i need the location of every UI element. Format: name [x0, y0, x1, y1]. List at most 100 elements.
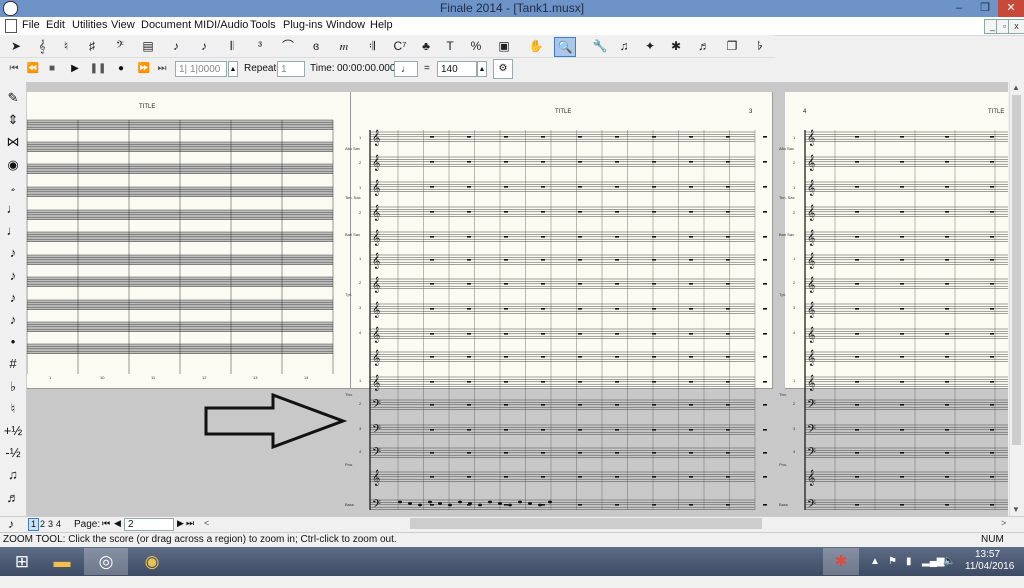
page-layout-tool[interactable]: ❐: [722, 37, 742, 55]
lyrics-tool[interactable]: ♣: [416, 37, 436, 55]
clock-date[interactable]: 11/04/2016: [965, 561, 1014, 588]
first-page-icon[interactable]: ⏮: [102, 518, 110, 529]
selection-tool[interactable]: ➤: [6, 37, 26, 55]
ossia-tool[interactable]: ♬: [694, 37, 714, 55]
pause-icon[interactable]: ❚❚: [89, 60, 107, 77]
time-signature-tool[interactable]: ♯: [82, 37, 102, 55]
battery-icon[interactable]: ▮: [906, 548, 912, 575]
note-head[interactable]: [398, 500, 402, 504]
note-head[interactable]: [458, 500, 462, 504]
menu-view[interactable]: View: [111, 19, 135, 31]
volume-icon[interactable]: 🔈: [943, 548, 955, 575]
hyperscribe-tool[interactable]: 𝄃: [222, 37, 242, 55]
forward-end-icon[interactable]: ⏭: [153, 60, 171, 77]
menu-tools[interactable]: Tools: [250, 19, 276, 31]
raise-half-step-icon[interactable]: +½: [3, 421, 23, 441]
view-tab-4[interactable]: 4: [54, 518, 63, 531]
expression-tool[interactable]: 𝆐: [334, 37, 354, 55]
previous-page-icon[interactable]: ◀: [114, 518, 121, 529]
menu-window[interactable]: Window: [326, 19, 365, 31]
half-note-icon[interactable]: ♩: [3, 199, 23, 219]
tempo-field[interactable]: 140: [437, 61, 477, 77]
rest-icon[interactable]: ◉: [3, 155, 23, 175]
note-head[interactable]: [518, 500, 522, 504]
last-page-icon[interactable]: ⏭: [186, 518, 194, 529]
articulation-tool[interactable]: ɞ: [306, 37, 326, 55]
repeat-tool[interactable]: 𝄇: [362, 37, 382, 55]
staff-tool[interactable]: 𝄞: [32, 37, 52, 55]
counter-stepper[interactable]: ▲: [228, 61, 238, 77]
key-signature-tool[interactable]: ♮: [56, 37, 76, 55]
sharp-icon[interactable]: #: [3, 354, 23, 374]
note-mover-tool[interactable]: ♫: [614, 37, 634, 55]
chord-tool[interactable]: C⁷: [390, 37, 410, 55]
thirty-second-note-icon[interactable]: ♪: [3, 288, 23, 308]
menu-plug-ins[interactable]: Plug-ins: [283, 19, 323, 31]
vertical-scroll-thumb[interactable]: [1012, 95, 1021, 445]
graphics-tool[interactable]: ▣: [494, 37, 514, 55]
note-head[interactable]: [408, 502, 412, 505]
dot-icon[interactable]: •: [3, 332, 23, 352]
lower-half-step-icon[interactable]: -½: [3, 443, 23, 463]
menu-file[interactable]: File: [22, 19, 40, 31]
play-icon[interactable]: ▶: [66, 60, 84, 77]
measure-counter-field[interactable]: 1| 1|0000: [175, 61, 227, 77]
menu-midi-audio[interactable]: MIDI/Audio: [194, 19, 248, 31]
menu-utilities[interactable]: Utilities: [72, 19, 107, 31]
restore-button[interactable]: ❐: [972, 0, 998, 17]
menu-document[interactable]: Document: [141, 19, 191, 31]
tray-app-icon[interactable]: ✱: [823, 548, 859, 575]
document-icon[interactable]: [5, 19, 17, 33]
fast-forward-icon[interactable]: ⏩: [135, 60, 153, 77]
stop-icon[interactable]: ■: [43, 60, 61, 77]
mass-edit-tool[interactable]: 𝄬: [750, 37, 770, 55]
note-head[interactable]: [468, 502, 472, 505]
clef-tool[interactable]: 𝄢: [110, 37, 130, 55]
note-entry-icon[interactable]: ♪: [8, 517, 14, 531]
natural-icon[interactable]: ♮: [3, 399, 23, 419]
rewind-icon[interactable]: ⏪: [24, 60, 42, 77]
network-icon[interactable]: ▂▄▆: [922, 548, 944, 575]
sixteenth-note-icon[interactable]: ♪: [3, 266, 23, 286]
note-head[interactable]: [508, 503, 512, 507]
mirror-tool[interactable]: ✦: [640, 37, 660, 55]
score-view[interactable]: TITLE TITLE 3 4 TITLE 1 10 11 12 13 14 𝄞 𝄞 𝄞 𝄞 𝄞 𝄞 𝄞…: [27, 82, 1008, 516]
tie-icon[interactable]: ⋈: [3, 132, 23, 152]
hand-grabber-tool[interactable]: ✋: [526, 37, 546, 55]
minimize-button[interactable]: –: [946, 0, 972, 17]
note-head[interactable]: [548, 500, 552, 504]
tuplet-icon[interactable]: ♫: [3, 465, 23, 485]
chrome-icon[interactable]: ◉: [130, 548, 174, 575]
special-tools-tool[interactable]: 🔧: [590, 37, 610, 55]
note-head[interactable]: [448, 503, 452, 507]
scroll-up-icon[interactable]: ▲: [1012, 83, 1020, 92]
rewind-start-icon[interactable]: ⏮: [5, 60, 23, 77]
note-head[interactable]: [428, 500, 432, 504]
tray-expand-icon[interactable]: ▲: [870, 548, 880, 575]
note-head[interactable]: [438, 502, 442, 505]
quarter-note-icon[interactable]: ♩: [3, 221, 23, 241]
eraser-icon[interactable]: ✎: [3, 88, 23, 108]
eighth-note-icon[interactable]: ♪: [3, 243, 23, 263]
whole-note-icon[interactable]: 𝅗: [3, 177, 23, 197]
note-head[interactable]: [528, 502, 532, 505]
mdi-close-button[interactable]: x: [1008, 19, 1024, 34]
zoom-tool[interactable]: 🔍: [554, 37, 576, 57]
scroll-left-icon[interactable]: <: [204, 518, 209, 528]
playback-settings-icon[interactable]: ⚙: [493, 59, 513, 79]
text-tool[interactable]: T: [440, 37, 460, 55]
note-head[interactable]: [498, 502, 502, 505]
beamed-notes-icon[interactable]: ♬: [3, 488, 23, 508]
scroll-down-icon[interactable]: ▼: [1012, 505, 1020, 514]
tuplet-tool[interactable]: ³: [250, 37, 270, 55]
tempo-stepper[interactable]: ▲: [477, 61, 487, 77]
simple-entry-tool[interactable]: ♪: [166, 37, 186, 55]
smart-shape-tool[interactable]: ⌒: [278, 37, 298, 55]
record-icon[interactable]: ●: [112, 60, 130, 77]
resize-tool[interactable]: %: [466, 37, 486, 55]
tempo-note-select[interactable]: ♩: [394, 61, 418, 77]
flat-icon[interactable]: ♭: [3, 377, 23, 397]
note-head[interactable]: [538, 503, 542, 507]
repeat-select[interactable]: 1: [277, 61, 305, 77]
close-button[interactable]: ✕: [998, 0, 1024, 17]
